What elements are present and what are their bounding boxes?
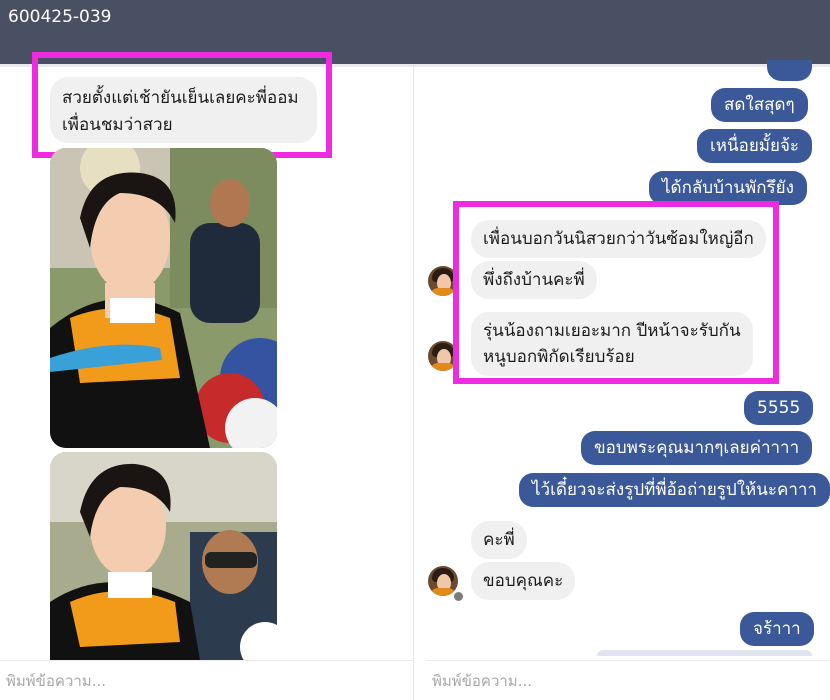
- outgoing-bubble[interactable]: จร้าาา: [740, 612, 814, 646]
- incoming-bubble[interactable]: คะพี่: [471, 521, 527, 559]
- left-composer[interactable]: [0, 660, 413, 700]
- graduation-photo-2[interactable]: [50, 452, 277, 660]
- window-title: 600425-039: [8, 7, 112, 27]
- left-message-input[interactable]: [0, 661, 413, 700]
- outgoing-bubble-fragment: [597, 650, 812, 656]
- highlight-box-right: [453, 201, 779, 384]
- right-message-input[interactable]: [426, 661, 830, 700]
- incoming-bubble[interactable]: ขอบคุณคะ: [471, 562, 576, 600]
- graduation-photo-1-image: [50, 148, 277, 448]
- outgoing-bubble[interactable]: ไว้เดี๋ยวจะส่งรูปที่พี่อ้อถ่ายรูปให้นะคา…: [519, 473, 830, 507]
- outgoing-bubble[interactable]: ได้กลับบ้านพักรึยัง: [649, 171, 807, 205]
- outgoing-bubble[interactable]: เหนื่อยมั้ยจ้ะ: [697, 129, 813, 163]
- outgoing-bubble[interactable]: สดใสสุดๆ: [711, 88, 808, 122]
- panel-divider: [413, 64, 414, 700]
- outgoing-bubble-fragment[interactable]: [767, 60, 812, 81]
- highlight-box-left: [32, 52, 332, 158]
- facebook-badge-icon: [452, 590, 465, 603]
- outgoing-bubble[interactable]: ขอบพระคุณมากๆเลยค่าาาา: [581, 431, 813, 465]
- outgoing-bubble[interactable]: 5555: [744, 391, 814, 425]
- graduation-photo-2-image: [50, 452, 277, 660]
- right-composer[interactable]: [426, 660, 830, 700]
- graduation-photo-1[interactable]: [50, 148, 277, 448]
